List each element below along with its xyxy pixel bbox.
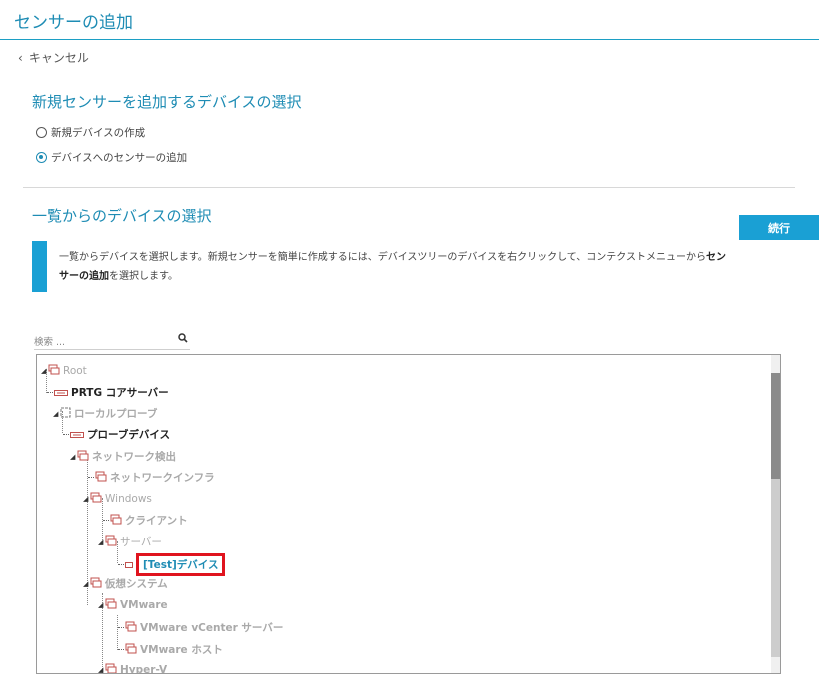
radio-label: デバイスへのセンサーの追加 (51, 152, 188, 164)
info-text-part: 一覧からデバイスを選択します。新規センサーを簡単に作成するには、デバイスツリーの… (59, 252, 706, 263)
tree-link (47, 391, 53, 394)
tree-node-label: PRTG コアサーバー (71, 387, 169, 399)
expand-toggle-icon[interactable]: ◢ (41, 367, 47, 375)
tree-node-label: ローカルプローブ (74, 408, 158, 420)
expand-toggle-icon[interactable]: ◢ (53, 410, 59, 418)
group-icon (90, 492, 102, 506)
expand-toggle-icon[interactable]: ◢ (83, 580, 89, 588)
group-icon (95, 471, 107, 485)
cancel-link[interactable]: ‹ キャンセル (18, 49, 89, 66)
tree-link (103, 519, 109, 522)
section-title-device-list: 一覧からのデバイスの選択 (32, 207, 212, 225)
info-text: 一覧からデバイスを選択します。新規センサーを簡単に作成するには、デバイスツリーの… (59, 248, 759, 286)
tree-link (118, 626, 124, 629)
tree-node-vmware[interactable]: ◢ VMware (98, 598, 168, 612)
tree-link (118, 648, 124, 651)
tree-node-probe-device[interactable]: プローブデバイス (63, 427, 170, 442)
expand-toggle-icon[interactable]: ◢ (98, 538, 104, 546)
group-icon (125, 621, 137, 635)
radio-option-new-device[interactable]: 新規デバイスの作成 (36, 125, 145, 140)
tree-node-label: ネットワークインフラ (110, 472, 215, 484)
radio-label: 新規デバイスの作成 (51, 127, 146, 139)
page-title: センサーの追加 (14, 13, 133, 33)
group-icon (105, 598, 117, 612)
tree-node-label: サーバー (120, 536, 162, 548)
tree-node-label: プローブデバイス (87, 429, 171, 441)
tree-scrollbar[interactable] (771, 355, 780, 673)
group-icon (90, 577, 102, 591)
group-icon (105, 535, 117, 549)
tree-node-label: VMware (120, 599, 168, 611)
tree-node-server[interactable]: ◢ サーバー (98, 534, 162, 549)
tree-node-test-device[interactable]: [Test]デバイス (118, 553, 226, 576)
radio-option-add-sensor-to-device[interactable]: デバイスへのセンサーの追加 (36, 150, 187, 165)
expand-toggle-icon[interactable]: ◢ (83, 495, 89, 503)
page-header: センサーの追加 (0, 0, 819, 40)
tree-node-vmware-vcenter[interactable]: VMware vCenter サーバー (118, 620, 283, 635)
tree-link (63, 433, 69, 436)
info-accent-bar (32, 241, 47, 292)
tree-node-local-probe[interactable]: ◢ ローカルプローブ (53, 406, 157, 421)
group-icon (48, 364, 60, 378)
device-icon (54, 387, 68, 399)
probe-icon (60, 407, 71, 421)
tree-node-network-discovery[interactable]: ◢ ネットワーク検出 (70, 449, 176, 464)
search-placeholder: 検索 ... (34, 337, 66, 348)
expand-toggle-icon[interactable]: ◢ (98, 601, 104, 609)
scrollbar-track[interactable] (771, 479, 780, 657)
group-icon (125, 643, 137, 657)
expand-toggle-icon[interactable]: ◢ (98, 666, 104, 673)
tree-node-root[interactable]: ◢ Root (41, 364, 87, 378)
tree-node-label: Root (63, 365, 87, 377)
search-input[interactable]: 検索 ... (34, 333, 190, 350)
cancel-label: キャンセル (28, 51, 89, 65)
radio-button-icon[interactable] (36, 127, 47, 138)
info-text-part: を選択します。 (109, 271, 178, 282)
tree-node-label: VMware vCenter サーバー (140, 622, 284, 634)
tree-node-label: Windows (105, 493, 152, 505)
tree-link (88, 476, 94, 479)
tree-node-virtual-systems[interactable]: ◢ 仮想システム (83, 576, 168, 591)
tree-node-label: ネットワーク検出 (92, 451, 176, 463)
tree-node-label: クライアント (125, 515, 188, 527)
tree-node-label: 仮想システム (105, 578, 168, 590)
device-icon (70, 429, 84, 441)
tree-node-label: Hyper-V (120, 664, 168, 674)
tree-node-label-selected: [Test]デバイス (136, 553, 226, 576)
section-divider (23, 187, 795, 188)
search-icon[interactable] (178, 333, 188, 346)
group-icon (77, 450, 89, 464)
tree-node-label: VMware ホスト (140, 644, 223, 656)
info-text-bold: セン (706, 252, 726, 263)
group-icon (105, 663, 117, 673)
scrollbar-thumb[interactable] (771, 373, 780, 479)
tree-node-network-infra[interactable]: ネットワークインフラ (88, 470, 215, 485)
expand-toggle-icon[interactable]: ◢ (70, 453, 76, 461)
tree-link (118, 563, 124, 566)
tree-node-client[interactable]: クライアント (103, 513, 188, 528)
continue-button[interactable]: 続行 (739, 215, 819, 240)
device-icon (125, 559, 133, 571)
tree-node-vmware-host[interactable]: VMware ホスト (118, 642, 223, 657)
tree-node-hyper-v[interactable]: ◢ Hyper-V (98, 663, 168, 674)
radio-button-selected-icon[interactable] (36, 152, 47, 163)
device-tree[interactable]: ◢ Root PRTG コアサーバー ◢ ローカルプローブ プローブデバイス ◢… (36, 354, 781, 674)
group-icon (110, 514, 122, 528)
section-title-select-device: 新規センサーを追加するデバイスの選択 (32, 93, 302, 111)
tree-node-prtg-core-server[interactable]: PRTG コアサーバー (47, 385, 169, 400)
chevron-left-icon: ‹ (18, 51, 23, 65)
info-text-bold: サーの追加 (59, 271, 109, 282)
tree-node-windows[interactable]: ◢ Windows (83, 492, 152, 506)
